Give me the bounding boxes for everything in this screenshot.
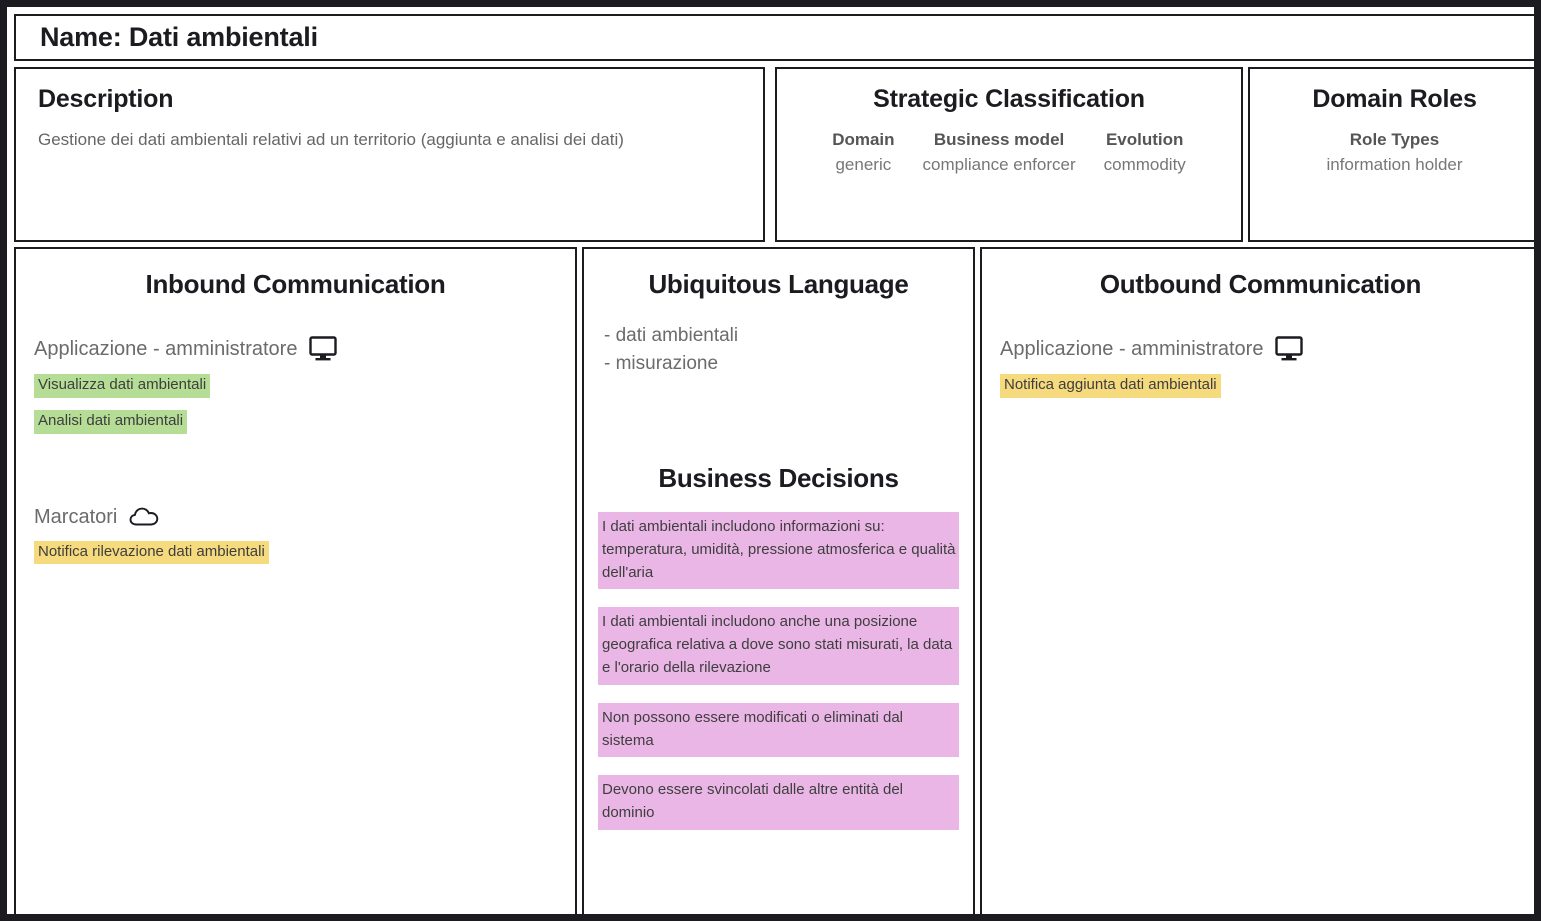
inbound-actor-label: Applicazione - amministratore [34, 337, 298, 360]
outbound-group-applicazione-amministratore: Applicazione - amministratore Notifica a… [1000, 336, 1521, 398]
classification-evolution-label: Evolution [1105, 130, 1184, 149]
outbound-communication-panel: Outbound Communication Applicazione - am… [980, 247, 1534, 914]
business-decision-card[interactable]: I dati ambientali includono informazioni… [598, 512, 959, 590]
classification-domain-label: Domain [832, 130, 895, 149]
outbound-actor-row: Applicazione - amministratore [1000, 336, 1521, 362]
business-decisions-title: Business Decisions [658, 463, 899, 494]
inbound-actor-row: Applicazione - amministratore [34, 336, 557, 362]
business-decisions-list: I dati ambientali includono informazioni… [598, 512, 959, 831]
outbound-communication-title: Outbound Communication [1099, 269, 1422, 299]
classification-evolution: Evolution commodity [1090, 130, 1200, 175]
strategic-classification-title: Strategic Classification [873, 85, 1145, 113]
classification-evolution-value: commodity [1103, 155, 1186, 174]
inbound-message-chip[interactable]: Visualizza dati ambientali [34, 374, 211, 398]
ubiquitous-language-title: Ubiquitous Language [648, 269, 909, 299]
inbound-message-row: Visualizza dati ambientali [34, 362, 557, 398]
classification-business-model: Business model compliance enforcer [909, 130, 1090, 175]
business-decision-card[interactable]: Non possono essere modificati o eliminat… [598, 702, 959, 758]
classification-domain: Domain generic [818, 130, 908, 175]
description-title: Description [38, 85, 174, 113]
monitor-icon [1275, 336, 1304, 362]
name-panel: Name: Dati ambientali [14, 14, 1534, 61]
inbound-message-chip[interactable]: Analisi dati ambientali [34, 409, 188, 434]
list-item: - dati ambientali [604, 325, 739, 346]
inbound-group-marcatori: Marcatori Notifica rilevazione dati ambi… [34, 506, 557, 565]
monitor-icon [309, 336, 338, 362]
ubiquitous-language-panel: Ubiquitous Language - dati ambientali - … [582, 247, 975, 914]
page-title: Name: Dati ambientali [40, 22, 318, 52]
role-types-value: information holder [1326, 155, 1463, 174]
classification-business-model-label: Business model [933, 130, 1065, 149]
domain-roles-panel: Domain Roles Role Types information hold… [1248, 67, 1534, 242]
strategic-classification-panel: Strategic Classification Domain generic … [775, 67, 1243, 242]
inbound-message-chip[interactable]: Notifica rilevazione dati ambientali [34, 540, 269, 565]
bounded-context-canvas: Name: Dati ambientali Description Gestio… [0, 0, 1541, 921]
role-types-label: Role Types [1349, 130, 1440, 149]
strategic-classification-grid: Domain generic Business model compliance… [787, 130, 1231, 175]
inbound-group-applicazione-amministratore: Applicazione - amministratore Visualizza… [34, 336, 557, 434]
inbound-communication-title: Inbound Communication [145, 269, 446, 299]
description-panel: Description Gestione dei dati ambientali… [14, 67, 765, 242]
list-item: - misurazione [604, 352, 719, 374]
business-decision-card[interactable]: Devono essere svincolati dalle altre ent… [598, 775, 959, 831]
domain-roles-title: Domain Roles [1312, 85, 1477, 113]
inbound-message-row: Analisi dati ambientali [34, 398, 557, 434]
ubiquitous-language-list: - dati ambientali - misurazione [598, 322, 959, 377]
classification-business-model-value: compliance enforcer [922, 155, 1076, 174]
inbound-communication-panel: Inbound Communication Applicazione - amm… [14, 247, 577, 914]
inbound-actor-label: Marcatori [34, 505, 118, 528]
outbound-message-row: Notifica aggiunta dati ambientali [1000, 362, 1521, 398]
outbound-actor-label: Applicazione - amministratore [1000, 337, 1264, 360]
classification-domain-value: generic [835, 155, 892, 174]
description-body: Gestione dei dati ambientali relativi ad… [38, 130, 624, 149]
inbound-message-row: Notifica rilevazione dati ambientali [34, 529, 557, 565]
inbound-actor-row: Marcatori [34, 506, 557, 529]
cloud-icon [129, 506, 159, 528]
outbound-message-chip[interactable]: Notifica aggiunta dati ambientali [1000, 374, 1221, 398]
business-decision-card[interactable]: I dati ambientali includono anche una po… [598, 607, 959, 685]
